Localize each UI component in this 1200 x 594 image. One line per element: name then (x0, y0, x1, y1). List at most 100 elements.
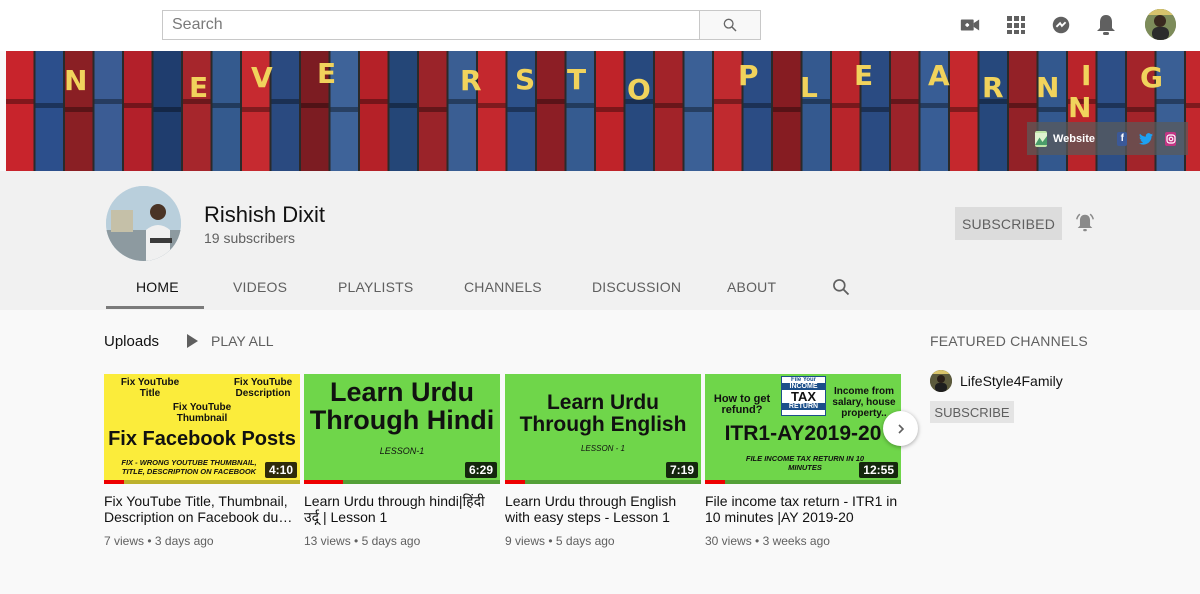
notification-bell-icon[interactable] (1074, 212, 1096, 234)
tab-playlists[interactable]: PLAYLISTS (338, 279, 413, 295)
book-band (655, 103, 683, 108)
watch-progress-fill (505, 480, 525, 484)
book-spine (35, 51, 63, 171)
website-icon[interactable] (1035, 130, 1047, 147)
banner-letter: I (1081, 59, 1091, 92)
book-spine (183, 51, 211, 171)
video-thumbnail[interactable]: Fix YouTube Title Fix YouTube Descriptio… (104, 374, 300, 484)
featured-subscribe-button[interactable]: SUBSCRIBE (930, 401, 1014, 423)
tab-channels[interactable]: CHANNELS (464, 279, 542, 295)
book-band (1127, 107, 1155, 112)
play-icon (187, 334, 198, 348)
tax-badge-text: TAX (790, 389, 817, 404)
book-band (832, 103, 860, 108)
book-band (566, 103, 594, 108)
video-meta: 13 views • 5 days ago (304, 534, 421, 548)
play-all-button[interactable]: PLAY ALL (187, 333, 274, 349)
tab-about[interactable]: ABOUT (727, 279, 776, 295)
channel-avatar[interactable] (106, 186, 181, 261)
video-card[interactable]: Learn Urdu Through Hindi LESSON-1 6:29 L… (304, 374, 500, 548)
watch-progress-fill (304, 480, 344, 484)
thumb-headline: ITR1-AY2019-20 (724, 422, 882, 445)
instagram-icon[interactable] (1165, 131, 1176, 146)
search-button[interactable] (699, 10, 761, 40)
banner-letter: O (627, 73, 651, 106)
banner-letter: E (189, 71, 208, 104)
channel-banner: NEVERSTOPLEARNING (6, 51, 1200, 171)
notifications-bell-icon[interactable] (1095, 14, 1117, 36)
banner-letter: V (251, 61, 273, 94)
upload-age: 3 weeks ago (762, 534, 830, 548)
twitter-icon[interactable] (1139, 132, 1154, 146)
shelf-next-button[interactable] (883, 411, 918, 446)
tax-badge-text: RETURN (782, 403, 825, 410)
search-input[interactable] (162, 10, 699, 40)
thumb-headline: Through English (519, 413, 687, 436)
book-spine (124, 51, 152, 171)
video-title[interactable]: Learn Urdu through English with easy ste… (505, 493, 701, 525)
subscribed-button[interactable]: SUBSCRIBED (955, 207, 1062, 240)
messages-icon[interactable] (1050, 14, 1072, 36)
thumb-text: LESSON - 1 (580, 444, 625, 453)
video-thumbnail[interactable]: Learn Urdu Through Hindi LESSON-1 6:29 (304, 374, 500, 484)
book-band (124, 103, 152, 108)
tab-home[interactable]: HOME (136, 279, 179, 295)
book-band (212, 103, 240, 108)
video-thumbnail[interactable]: Learn Urdu Through English LESSON - 1 7:… (505, 374, 701, 484)
video-duration: 7:19 (665, 462, 698, 478)
book-band (153, 107, 181, 112)
video-title[interactable]: File income tax return - ITR1 in 10 minu… (705, 493, 901, 525)
video-thumbnail[interactable]: How to get refund? File Your INCOME TAX … (705, 374, 901, 484)
book-band (271, 99, 299, 104)
thumb-text: How to get refund? (713, 393, 771, 416)
thumb-headline: Learn Urdu (329, 377, 475, 407)
banner-letter: T (567, 63, 586, 96)
book-band (743, 103, 771, 108)
featured-channel-name[interactable]: LifeStyle4Family (960, 373, 1063, 389)
view-count: 9 views (505, 534, 546, 548)
video-duration: 6:29 (464, 462, 497, 478)
book-spine (360, 51, 388, 171)
book-spine (94, 51, 122, 171)
apps-grid-icon[interactable] (1005, 14, 1027, 36)
book-band (596, 107, 624, 112)
banner-letter: E (854, 59, 873, 92)
thumb-text: LESSON-1 (379, 446, 425, 456)
channel-search-icon[interactable] (831, 277, 851, 297)
video-card[interactable]: Fix YouTube Title Fix YouTube Descriptio… (104, 374, 300, 548)
tab-videos[interactable]: VIDEOS (233, 279, 287, 295)
book-band (301, 103, 329, 108)
book-band (330, 107, 358, 112)
banner-letter: A (928, 59, 950, 92)
book-band (1186, 103, 1200, 108)
active-tab-indicator (106, 306, 204, 309)
video-title[interactable]: Fix YouTube Title, Thumbnail, Descriptio… (104, 493, 300, 525)
book-spine (6, 51, 34, 171)
book-band (920, 103, 948, 108)
book-band (714, 99, 742, 104)
create-video-icon[interactable] (959, 14, 981, 36)
book-band (684, 107, 712, 112)
tab-discussion[interactable]: DISCUSSION (592, 279, 681, 295)
thumb-text: Fix YouTube Thumbnail (172, 402, 232, 424)
banner-letter: G (1140, 61, 1163, 94)
facebook-icon[interactable]: f (1116, 131, 1128, 146)
account-avatar[interactable] (1145, 9, 1176, 40)
uploads-heading[interactable]: Uploads (104, 333, 159, 350)
book-spine (1186, 51, 1200, 171)
video-card[interactable]: Learn Urdu Through English LESSON - 1 7:… (505, 374, 701, 548)
watch-progress (505, 480, 701, 484)
book-band (1097, 103, 1125, 108)
book-band (65, 107, 93, 112)
book-spine (271, 51, 299, 171)
featured-channel-avatar[interactable] (930, 370, 952, 392)
video-card[interactable]: How to get refund? File Your INCOME TAX … (705, 374, 901, 548)
website-link[interactable]: Website (1053, 133, 1095, 145)
thumb-text: Fix YouTube Title (120, 377, 180, 399)
video-title[interactable]: Learn Urdu through hindi|हिंदी उर्दू | L… (304, 493, 500, 525)
featured-channel-item[interactable]: LifeStyle4Family (930, 370, 1063, 392)
video-meta: 30 views • 3 weeks ago (705, 534, 830, 548)
book-spine (802, 51, 830, 171)
book-spine (212, 51, 240, 171)
book-band (1009, 103, 1037, 108)
